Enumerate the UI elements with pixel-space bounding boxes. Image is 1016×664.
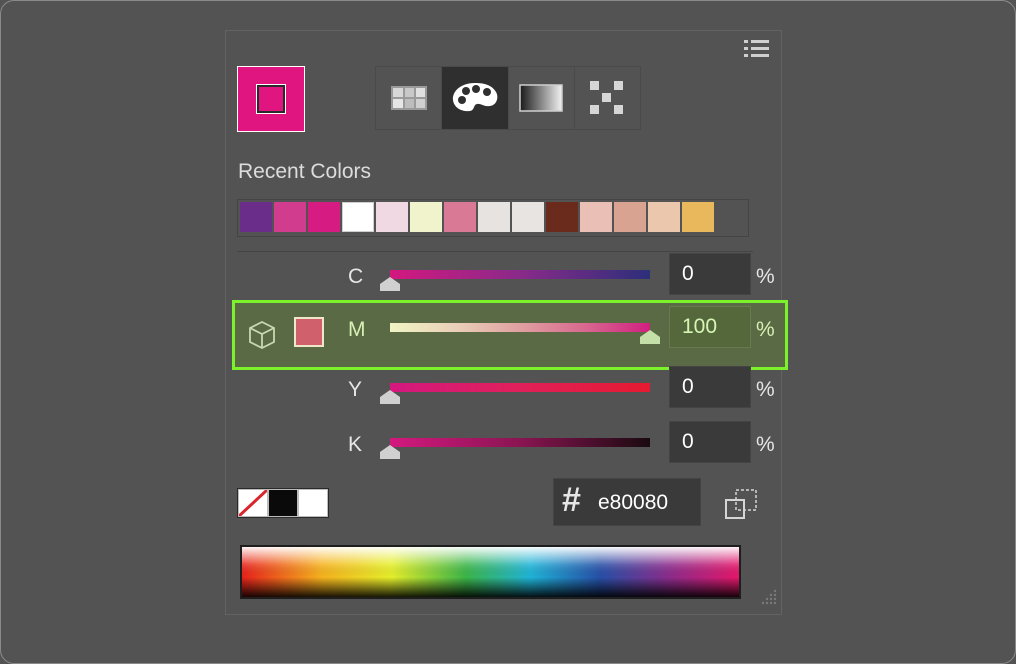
channel-label-y: Y	[348, 378, 363, 401]
recent-swatch[interactable]	[648, 202, 681, 232]
recent-swatch[interactable]	[682, 202, 715, 232]
hex-field[interactable]: # e80080	[553, 478, 701, 526]
stroke-box[interactable]	[257, 85, 285, 113]
color-spectrum-ramp[interactable]	[240, 545, 741, 599]
channel-label-m: M	[348, 318, 366, 341]
hamburger-list-icon[interactable]	[744, 38, 770, 60]
none-swatch-icon	[237, 488, 269, 518]
percent-unit-c: %	[756, 265, 775, 288]
channel-label-k: K	[348, 433, 363, 456]
value-field-k[interactable]: 0	[669, 421, 751, 463]
recent-swatch[interactable]	[274, 202, 306, 232]
slider-thumb-y[interactable]	[380, 390, 400, 404]
slider-thumb-m[interactable]	[640, 330, 660, 344]
slider-track-k[interactable]	[390, 438, 650, 447]
value-field-m[interactable]: 100	[669, 306, 751, 348]
black-swatch[interactable]	[268, 489, 298, 517]
recent-swatch[interactable]	[614, 202, 647, 232]
tab-swatches-grid[interactable]	[376, 67, 443, 129]
percent-unit-m: %	[756, 318, 775, 341]
recent-swatch[interactable]	[308, 202, 340, 232]
slider-track-c[interactable]	[390, 270, 650, 279]
recent-swatch[interactable]	[240, 202, 272, 232]
color-mode-tabs	[375, 66, 641, 130]
out-of-gamut-swatch[interactable]	[294, 317, 324, 347]
cube-icon[interactable]	[248, 320, 276, 350]
tab-gradient[interactable]	[508, 67, 575, 129]
recent-swatch[interactable]	[376, 202, 409, 232]
quick-swatches	[237, 488, 329, 518]
palette-icon	[452, 83, 498, 112]
recent-swatch[interactable]	[410, 202, 443, 232]
channel-label-c: C	[348, 265, 364, 288]
slider-row-k: K 0%	[232, 415, 788, 485]
recent-swatch[interactable]	[478, 202, 511, 232]
pattern-icon	[590, 81, 624, 114]
hash-label: #	[562, 481, 581, 519]
tab-pattern[interactable]	[574, 67, 640, 129]
slider-thumb-k[interactable]	[380, 445, 400, 459]
white-swatch[interactable]	[298, 489, 328, 517]
none-swatch[interactable]	[237, 488, 269, 518]
slider-thumb-c[interactable]	[380, 277, 400, 291]
fill-color-swatch[interactable]	[237, 66, 305, 132]
resize-grip-icon[interactable]	[756, 586, 778, 608]
recent-colors-label: Recent Colors	[238, 160, 372, 183]
recent-swatch-empty	[716, 202, 749, 232]
value-field-y[interactable]: 0	[669, 366, 751, 408]
percent-unit-k: %	[756, 433, 775, 456]
recent-swatch[interactable]	[512, 202, 545, 232]
gradient-icon	[519, 84, 563, 112]
percent-unit-y: %	[756, 378, 775, 401]
recent-colors-row	[237, 199, 749, 237]
slider-track-y[interactable]	[390, 383, 650, 392]
hex-value[interactable]: e80080	[598, 491, 668, 515]
recent-swatch[interactable]	[580, 202, 613, 232]
gamut-warning-icon[interactable]	[724, 486, 760, 522]
recent-swatch[interactable]	[444, 202, 477, 232]
swatch-grid-icon	[390, 86, 427, 110]
recent-swatch[interactable]	[546, 202, 579, 232]
recent-swatch[interactable]	[342, 202, 375, 232]
value-field-c[interactable]: 0	[669, 253, 751, 295]
slider-track-m[interactable]	[390, 323, 650, 332]
tab-color-palette[interactable]	[442, 67, 509, 129]
